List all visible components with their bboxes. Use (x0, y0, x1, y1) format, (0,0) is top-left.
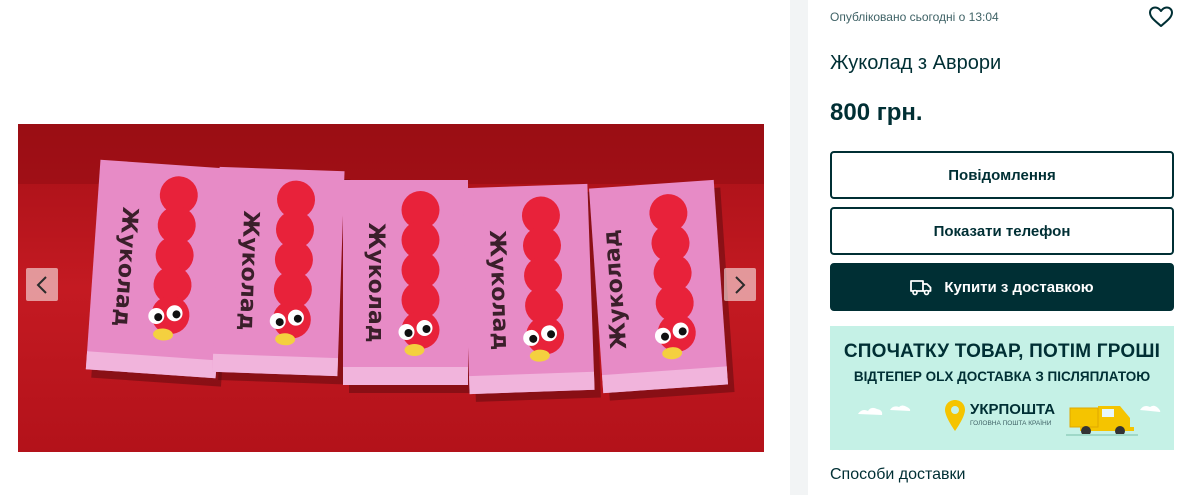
message-button[interactable]: Повідомлення (830, 151, 1174, 199)
show-phone-button[interactable]: Показати телефон (830, 207, 1174, 255)
ukrposhta-tagline: ГОЛОВНА ПОШТА КРАЇНИ (970, 420, 1052, 427)
posted-date: Опубліковано сьогодні о 13:04 (830, 10, 999, 24)
ad-price: 800 грн. (830, 99, 923, 126)
heart-icon (1149, 6, 1173, 27)
product-photo[interactable]: Жуколад Жуколад Жуколад Жуколад Жуколад (18, 124, 764, 452)
product-box: Жуколад (343, 180, 474, 393)
buy-with-delivery-button[interactable]: Купити з доставкою (830, 263, 1174, 311)
show-phone-button-label: Показати телефон (933, 222, 1071, 240)
delivery-methods-heading: Способи доставки (830, 466, 966, 483)
message-button-label: Повідомлення (948, 166, 1056, 184)
delivery-truck-icon (910, 280, 932, 296)
column-divider (790, 0, 808, 495)
product-box: Жуколад (589, 179, 735, 401)
ad-sidebar: Опубліковано сьогодні о 13:04 Жуколад з … (808, 0, 1181, 495)
box-label: Жуколад (363, 222, 388, 342)
ukrposhta-name: УКРПОШТА (970, 401, 1056, 418)
chevron-right-icon (735, 275, 746, 294)
product-box: Жуколад (212, 166, 351, 385)
box-label: Жуколад (484, 230, 513, 351)
previous-image-button[interactable] (26, 268, 58, 301)
ukrposhta-logo: УКРПОШТА ГОЛОВНА ПОШТА КРАЇНИ (944, 399, 1084, 439)
promo-subline: ВІДТЕПЕР OLX ДОСТАВКА З ПІСЛЯПЛАТОЮ (853, 369, 1151, 384)
favorite-button[interactable] (1148, 5, 1174, 29)
ad-title: Жуколад з Аврори (830, 52, 1002, 74)
product-box: Жуколад (462, 183, 601, 402)
image-gallery: Жуколад Жуколад Жуколад Жуколад Жуколад (0, 0, 790, 495)
next-image-button[interactable] (724, 268, 756, 301)
box-label: Жуколад (234, 210, 263, 331)
photo-content: Жуколад Жуколад Жуколад Жуколад Жуколад (18, 124, 764, 452)
buy-with-delivery-label: Купити з доставкою (944, 278, 1094, 296)
map-pin-icon (945, 400, 965, 431)
promo-banner[interactable]: СПОЧАТКУ ТОВАР, ПОТІМ ГРОШІ ВІДТЕПЕР OLX… (830, 326, 1174, 450)
chevron-left-icon (36, 275, 47, 294)
promo-headline: СПОЧАТКУ ТОВАР, ПОТІМ ГРОШІ (843, 341, 1161, 362)
